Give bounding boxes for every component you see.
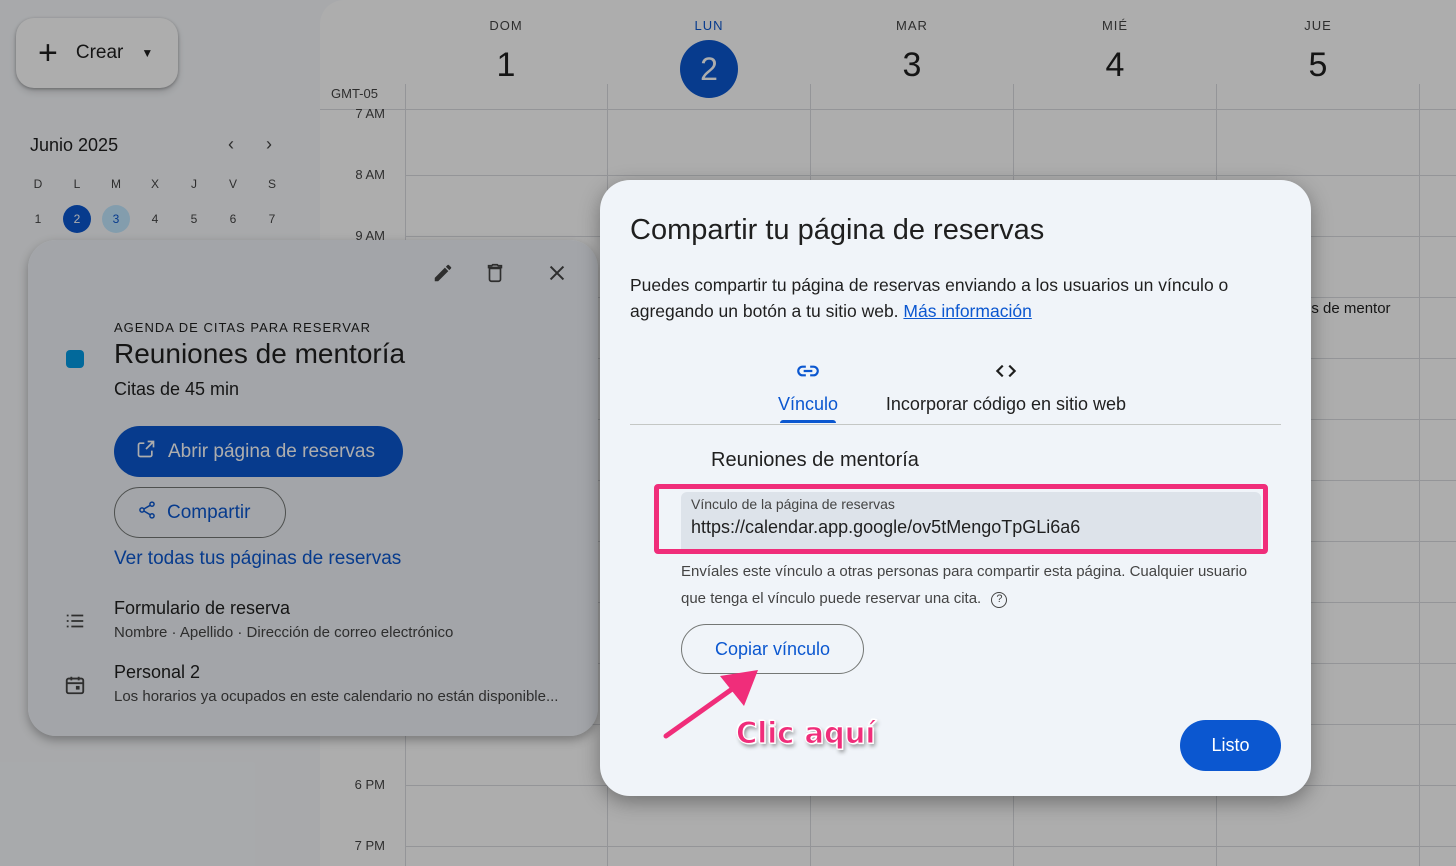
tab-embed-code-label: Incorporar código en sitio web: [885, 394, 1127, 414]
learn-more-link[interactable]: Más información: [903, 301, 1031, 321]
help-icon[interactable]: ?: [991, 592, 1008, 608]
done-button[interactable]: Listo: [1180, 720, 1281, 771]
booking-page-name: Reuniones de mentoría: [711, 449, 919, 471]
annotation-label: Clic aquí: [735, 716, 876, 751]
code-icon: [876, 358, 1136, 386]
tab-link-label: Vínculo: [777, 394, 839, 414]
active-tab-indicator: [780, 420, 836, 423]
highlight-box: [654, 484, 1268, 554]
link-help-text: Envíales este vínculo a otras personas p…: [681, 558, 1251, 612]
dialog-title: Compartir tu página de reservas: [630, 214, 1045, 246]
tab-embed-code[interactable]: Incorporar código en sitio web: [876, 358, 1136, 415]
dialog-description: Puedes compartir tu página de reservas e…: [630, 272, 1270, 324]
link-icon: [770, 358, 846, 386]
event-details-card: AGENDA DE CITAS PARA RESERVAR Reuniones …: [28, 240, 598, 736]
tab-link[interactable]: Vínculo: [770, 358, 846, 415]
tab-divider: [630, 424, 1281, 425]
details-dim-overlay: [28, 240, 598, 736]
link-help-body: Envíales este vínculo a otras personas p…: [681, 563, 1248, 607]
